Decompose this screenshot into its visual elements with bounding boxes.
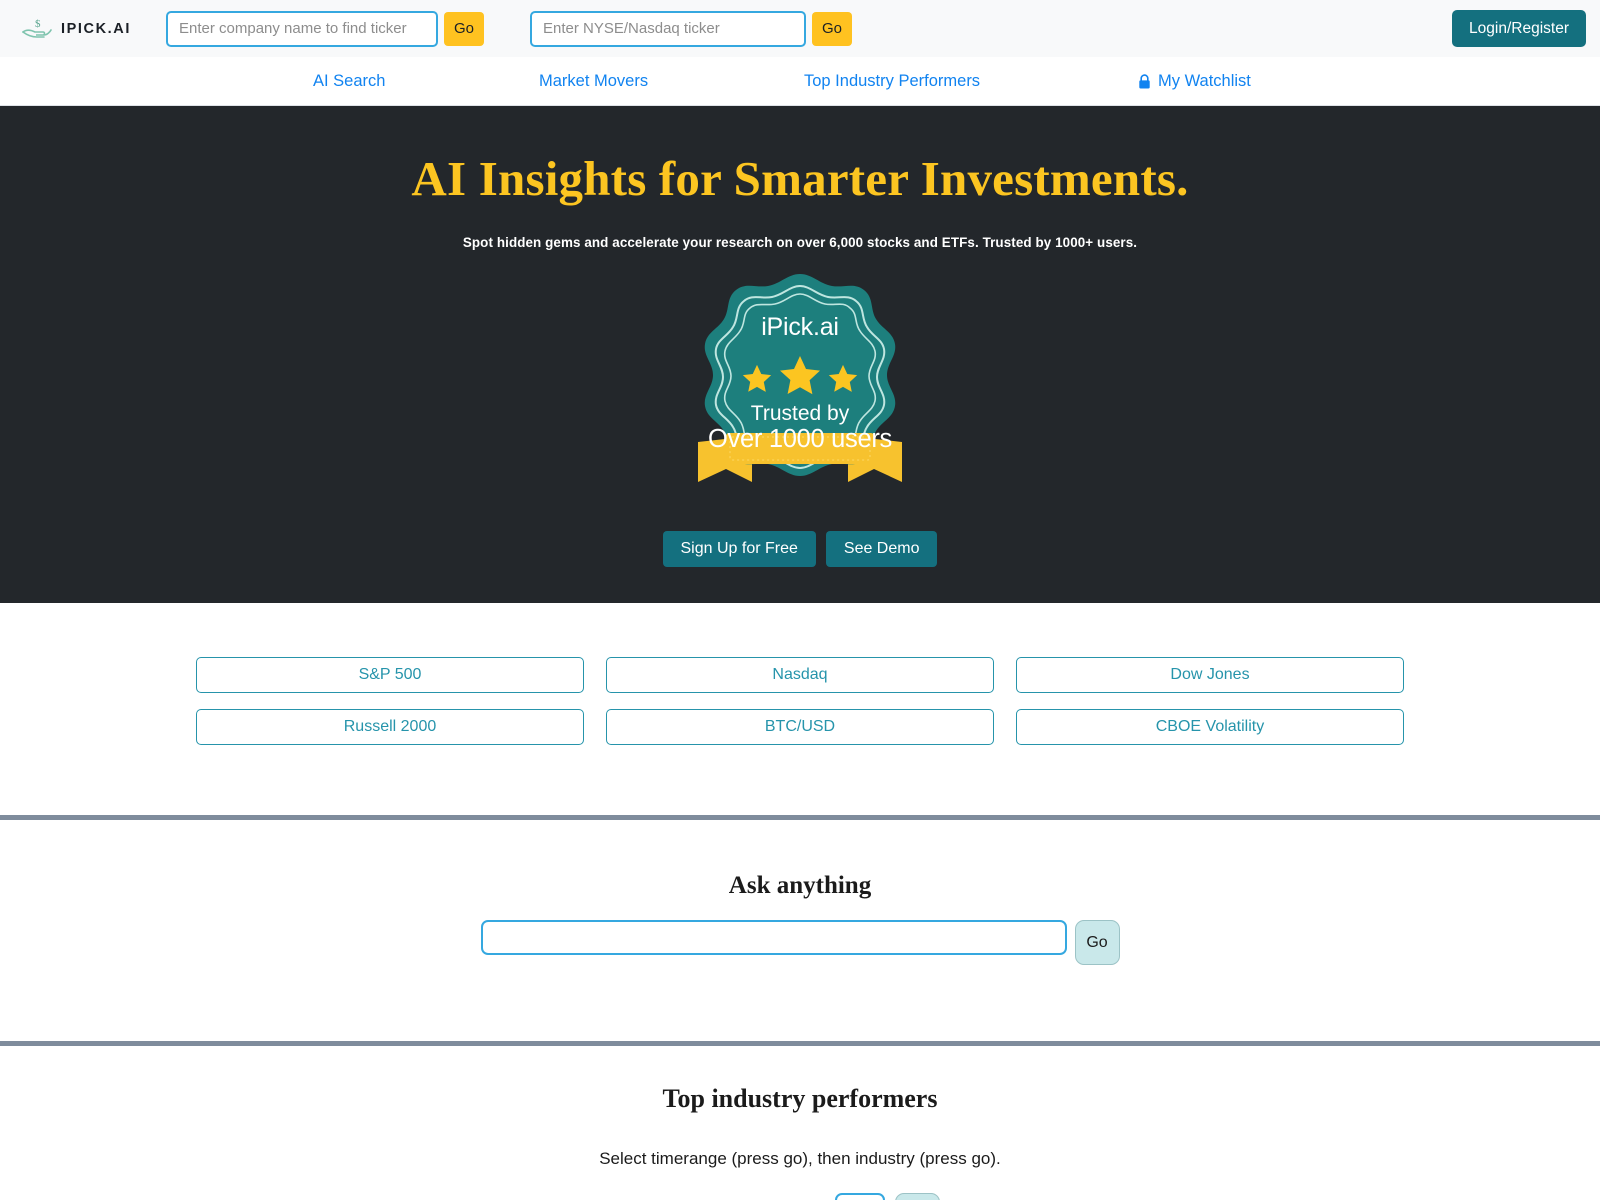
sign-up-button[interactable]: Sign Up for Free: [662, 530, 816, 567]
brand-logo[interactable]: $ IPICK.AI: [22, 17, 150, 41]
nav-item-ai-search[interactable]: AI Search: [313, 72, 385, 91]
index-button-cboe-volatility[interactable]: CBOE Volatility: [1016, 709, 1404, 745]
ask-anything-input[interactable]: [480, 920, 1067, 955]
time-range-row: Select the time range: 5Y Go: [0, 1193, 1600, 1200]
index-button-sp500[interactable]: S&P 500: [196, 657, 584, 693]
nav-label: Top Industry Performers: [804, 71, 981, 90]
top-performers-instructions: Select timerange (press go), then indust…: [599, 1149, 1001, 1168]
hero-section: AI Insights for Smarter Investments. Spo…: [0, 106, 1600, 603]
nav-label: My Watchlist: [1158, 71, 1251, 90]
badge-stars: [680, 352, 920, 406]
star-icon: [828, 364, 858, 392]
hero-subheadline: Spot hidden gems and accelerate your res…: [462, 234, 1138, 250]
brand-name: IPICK.AI: [61, 20, 131, 37]
ask-anything-section: Ask anything Go: [0, 820, 1600, 1046]
star-icon: [780, 355, 820, 395]
hero-cta-row: Sign Up for Free See Demo: [0, 530, 1600, 567]
main-nav: AI Search Market Movers Top Industry Per…: [0, 57, 1600, 106]
see-demo-button[interactable]: See Demo: [825, 530, 938, 567]
top-performers-title: Top industry performers: [662, 1084, 938, 1113]
index-button-dow-jones[interactable]: Dow Jones: [1016, 657, 1404, 693]
index-button-russell-2000[interactable]: Russell 2000: [196, 709, 584, 745]
ask-anything-go-button[interactable]: Go: [1074, 920, 1120, 965]
star-icon: [742, 364, 772, 392]
nav-label: Market Movers: [539, 71, 649, 90]
ticker-search-input[interactable]: [530, 10, 807, 47]
hero-headline: AI Insights for Smarter Investments.: [411, 151, 1189, 206]
company-search-group: Go: [166, 10, 485, 47]
index-button-btc-usd[interactable]: BTC/USD: [606, 709, 994, 745]
time-range-go-button[interactable]: Go: [895, 1193, 941, 1200]
ask-anything-title: Ask anything: [728, 872, 872, 899]
trust-badge: iPick.ai Trusted by Over 1000 users: [680, 270, 920, 505]
svg-text:$: $: [35, 18, 41, 30]
ticker-search-group: Go: [530, 10, 853, 47]
badge-title: iPick.ai: [761, 312, 839, 341]
hand-with-dollar-icon: $: [22, 18, 52, 38]
ticker-search-go-button[interactable]: Go: [812, 11, 853, 46]
badge-users-line: Over 1000 users: [707, 424, 892, 453]
nav-label: AI Search: [313, 71, 386, 90]
index-button-grid: S&P 500 Nasdaq Dow Jones Russell 2000 BT…: [196, 657, 1404, 745]
index-button-nasdaq[interactable]: Nasdaq: [606, 657, 994, 693]
nav-item-my-watchlist[interactable]: My Watchlist: [1138, 72, 1251, 91]
nav-item-market-movers[interactable]: Market Movers: [539, 72, 648, 91]
nav-item-top-industry-performers[interactable]: Top Industry Performers: [804, 72, 980, 91]
top-performers-section: Top industry performers Select timerange…: [0, 1046, 1600, 1200]
market-indices-section: S&P 500 Nasdaq Dow Jones Russell 2000 BT…: [0, 603, 1600, 820]
badge-trusted-line: Trusted by: [750, 401, 850, 425]
company-search-input[interactable]: [166, 10, 438, 47]
lock-icon: [1139, 73, 1150, 88]
login-register-button[interactable]: Login/Register: [1452, 10, 1586, 47]
company-search-go-button[interactable]: Go: [444, 11, 485, 46]
ask-anything-row: Go: [0, 920, 1600, 965]
top-bar: $ IPICK.AI Go Go Login/Register: [0, 0, 1600, 57]
time-range-select[interactable]: 5Y: [835, 1193, 886, 1200]
